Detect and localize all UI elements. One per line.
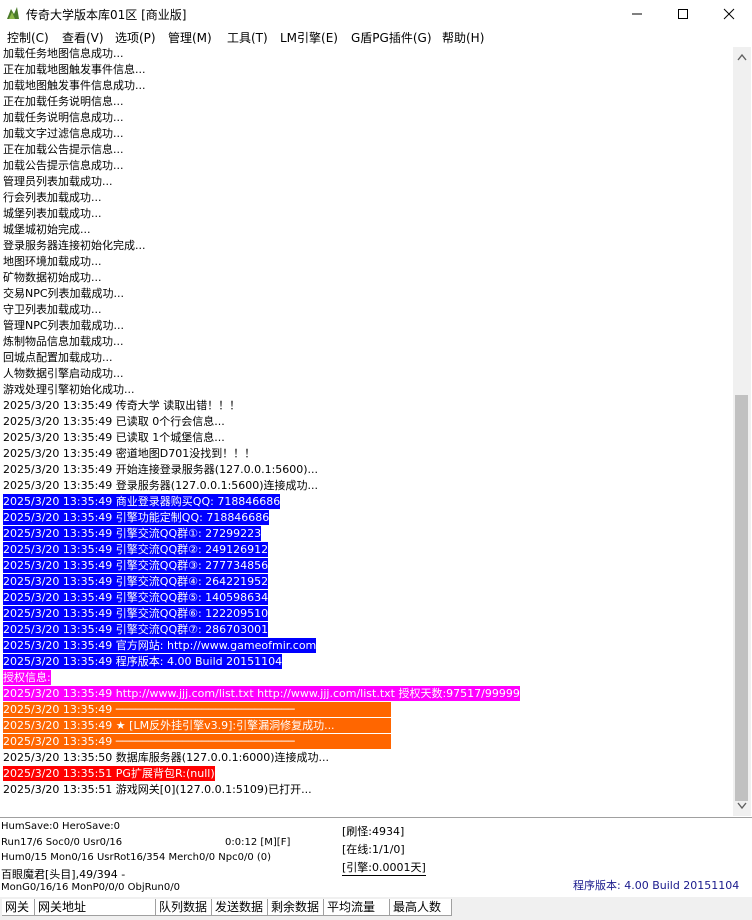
app-icon xyxy=(7,7,19,19)
log-line-blue: 2025/3/20 13:35:49 引擎功能定制QQ: 718846686 xyxy=(3,510,270,525)
column-sent-data[interactable]: 发送数据 xyxy=(212,899,268,916)
status-mon: MonG0/16/16 MonP0/0/0 ObjRun0/0 xyxy=(1,882,180,893)
menu-help[interactable]: 帮助(H) xyxy=(442,29,484,46)
log-line: 2025/3/20 13:35:49 已读取 0个行会信息... xyxy=(3,415,225,428)
menu-gdun-plugin[interactable]: G盾PG插件(G) xyxy=(351,29,432,46)
maximize-button[interactable] xyxy=(660,0,706,28)
log-line: 加载任务地图信息成功... xyxy=(3,47,124,60)
log-line-magenta: 2025/3/20 13:35:49 http://www.jjj.com/li… xyxy=(3,686,520,701)
log-line: 管理NPC列表加载成功... xyxy=(3,319,125,332)
log-line: 加载任务说明信息成功... xyxy=(3,111,124,124)
scroll-up-icon[interactable] xyxy=(737,53,747,61)
menu-lm-engine[interactable]: LM引擎(E) xyxy=(280,29,338,46)
log-line: 城堡列表加载成功... xyxy=(3,207,102,220)
log-line-blue: 2025/3/20 13:35:49 引擎交流QQ群③: 277734856 xyxy=(3,558,269,573)
log-line-blue: 2025/3/20 13:35:49 商业登录器购买QQ: 718846686 xyxy=(3,494,281,509)
window-title: 传奇大学版本库01区 [商业版] xyxy=(26,8,187,22)
log-line: 加载地图触发事件信息成功... xyxy=(3,79,146,92)
log-line: 交易NPC列表加载成功... xyxy=(3,287,125,300)
log-line: 矿物数据初始成功... xyxy=(3,271,102,284)
column-avg-traffic[interactable]: 平均流量 xyxy=(324,899,390,916)
log-line-orange: 2025/3/20 13:35:49 ─────────────────────… xyxy=(3,702,391,717)
log-line: 2025/3/20 13:35:49 已读取 1个城堡信息... xyxy=(3,431,225,444)
log-line: 正在加载任务说明信息... xyxy=(3,95,124,108)
log-line-orange: 2025/3/20 13:35:49 ─────────────────────… xyxy=(3,734,391,749)
column-gateway-address[interactable]: 网关地址 xyxy=(35,899,156,916)
menu-view[interactable]: 查看(V) xyxy=(62,29,104,46)
log-line-blue: 2025/3/20 13:35:49 引擎交流QQ群⑦: 286703001 xyxy=(3,622,269,637)
log-line: 城堡城初始完成... xyxy=(3,223,91,236)
log-line-blue: 2025/3/20 13:35:49 官方网站: http://www.game… xyxy=(3,638,317,653)
status-hum: Hum0/15 Mon0/16 UsrRot16/354 Merch0/0 Np… xyxy=(1,852,272,863)
log-line: 2025/3/20 13:35:49 密道地图D701没找到！！！ xyxy=(3,447,256,460)
log-line-blue: 2025/3/20 13:35:49 引擎交流QQ群①: 27299223 xyxy=(3,526,262,541)
log-line: 行会列表加载成功... xyxy=(3,191,102,204)
menu-manage[interactable]: 管理(M) xyxy=(168,29,212,46)
log-line-blue: 2025/3/20 13:35:49 程序版本: 4.00 Build 2015… xyxy=(3,654,283,669)
status-panel: HumSave:0 HeroSave:0 Run17/6 Soc0/0 Usr0… xyxy=(0,817,752,898)
log-line: 游戏处理引擎初始化成功... xyxy=(3,383,135,396)
log-line: 加载文字过滤信息成功... xyxy=(3,127,124,140)
log-line-orange: 2025/3/20 13:35:49 ★ [LM反外挂引擎v3.9]:引擎漏洞修… xyxy=(3,718,391,733)
status-monster: 百眼魔君[头目],49/394 - xyxy=(1,868,126,881)
log-line: 2025/3/20 13:35:50 数据库服务器(127.0.0.1:6000… xyxy=(3,751,330,764)
scroll-down-icon[interactable] xyxy=(737,802,747,810)
menu-control[interactable]: 控制(C) xyxy=(7,29,49,46)
column-queue-data[interactable]: 队列数据 xyxy=(156,899,212,916)
log-line-blue: 2025/3/20 13:35:49 引擎交流QQ群⑥: 122209510 xyxy=(3,606,269,621)
status-engine: [引擎:0.0001天] xyxy=(342,861,426,876)
log-output[interactable]: 加载任务地图信息成功... 正在加载地图触发事件信息... 加载地图触发事件信息成功… xyxy=(0,47,733,816)
log-line: 登录服务器连接初始化完成... xyxy=(3,239,146,252)
log-line: 回城点配置加载成功... xyxy=(3,351,113,364)
log-line-blue: 2025/3/20 13:35:49 引擎交流QQ群④: 264221952 xyxy=(3,574,269,589)
log-line: 守卫列表加载成功... xyxy=(3,303,102,316)
minimize-button[interactable] xyxy=(614,0,660,28)
column-remaining-data[interactable]: 剩余数据 xyxy=(268,899,324,916)
menu-options[interactable]: 选项(P) xyxy=(115,29,156,46)
log-line: 正在加载公告提示信息... xyxy=(3,143,124,156)
status-run: Run17/6 Soc0/0 Usr0/16 xyxy=(1,837,123,848)
log-line-blue: 2025/3/20 13:35:49 引擎交流QQ群⑤: 140598634 xyxy=(3,590,269,605)
menu-tools[interactable]: 工具(T) xyxy=(227,29,268,46)
status-online: [在线:1/1/0] xyxy=(342,843,405,856)
log-line-red: 2025/3/20 13:35:51 PG扩展背包R:(null) xyxy=(3,766,215,781)
maximize-icon xyxy=(678,9,688,19)
close-button[interactable] xyxy=(706,0,752,28)
status-save: HumSave:0 HeroSave:0 xyxy=(1,821,121,832)
scrollbar-thumb[interactable] xyxy=(735,395,748,801)
status-timer: 0:0:12 [M][F] xyxy=(225,837,291,848)
status-refresh: [刷怪:4934] xyxy=(342,825,405,838)
log-line: 地图环境加载成功... xyxy=(3,255,102,268)
log-line: 2025/3/20 13:35:49 传奇大学 读取出错！！！ xyxy=(3,399,241,412)
log-line: 人物数据引擎启动成功... xyxy=(3,367,124,380)
log-line-blue: 2025/3/20 13:35:49 引擎交流QQ群②: 249126912 xyxy=(3,542,269,557)
log-line: 2025/3/20 13:35:49 开始连接登录服务器(127.0.0.1:5… xyxy=(3,463,319,476)
log-line: 加载公告提示信息成功... xyxy=(3,159,124,172)
log-line: 管理员列表加载成功... xyxy=(3,175,113,188)
log-line: 炼制物品信息加载成功... xyxy=(3,335,124,348)
menu-bar: 控制(C) 查看(V) 选项(P) 管理(M) 工具(T) LM引擎(E) G盾… xyxy=(0,28,752,47)
log-line: 2025/3/20 13:35:49 登录服务器(127.0.0.1:5600)… xyxy=(3,479,319,492)
title-bar: 传奇大学版本库01区 [商业版] xyxy=(0,0,752,28)
log-line: 2025/3/20 13:35:51 游戏网关[0](127.0.0.1:510… xyxy=(3,783,312,796)
log-line: 正在加载地图触发事件信息... xyxy=(3,63,146,76)
column-gateway[interactable]: 网关 xyxy=(2,899,35,916)
column-max-users[interactable]: 最高人数 xyxy=(390,899,452,916)
version-label: 程序版本: 4.00 Build 20151104 xyxy=(573,879,740,892)
gateway-list-header: 网关 网关地址 队列数据 发送数据 剩余数据 平均流量 最高人数 xyxy=(0,897,752,920)
log-scrollbar[interactable] xyxy=(733,47,751,816)
log-line-magenta: 授权信息: xyxy=(3,670,51,685)
close-icon xyxy=(723,8,735,20)
minimize-icon xyxy=(632,13,642,15)
